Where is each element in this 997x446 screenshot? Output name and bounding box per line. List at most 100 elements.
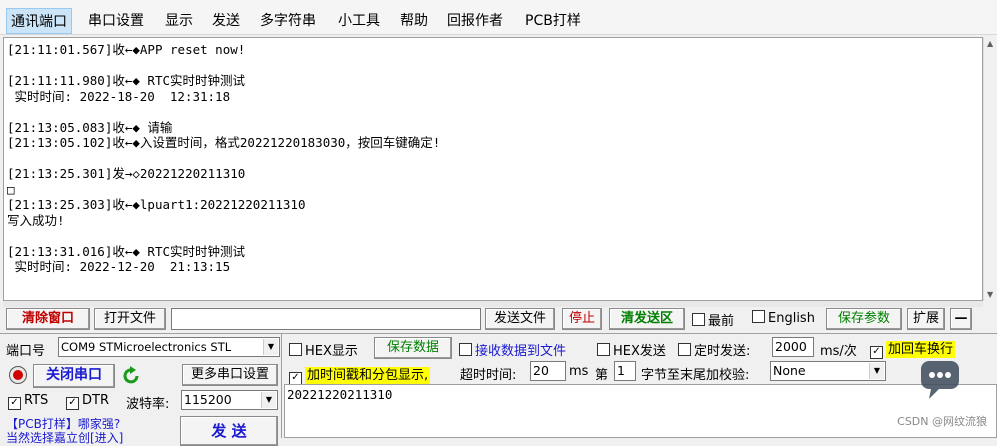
open-file-button[interactable]: 打开文件 [94,308,166,330]
terminal-line: 实时时间: 2022-18-20 12:31:18 [7,88,231,104]
menu-item-serial-settings[interactable]: 串口设置 [84,8,148,32]
timestamp-checkbox[interactable]: ✓ 加时间戳和分包显示, [289,364,431,385]
clear-send-button[interactable]: 清发送区 [609,308,685,330]
collapse-button[interactable]: — [950,308,972,330]
save-params-button[interactable]: 保存参数 [826,308,902,330]
save-params-label: 保存参数 [837,311,890,326]
refresh-icon[interactable] [120,364,142,388]
interval-input[interactable]: 2000 [772,337,814,357]
clear-window-label: 清除窗口 [21,311,74,326]
terminal-line: 写入成功! [7,212,65,228]
terminal-line: [21:13:25.301]发→◇20221220211310 [7,166,246,181]
interval-unit: ms/次 [820,344,857,359]
send-button[interactable]: 发 送 [180,416,278,446]
timeout-label: 超时时间: [460,368,517,383]
close-port-button[interactable]: 关闭串口 [33,364,115,388]
terminal-line: [21:11:11.980]收←◆ RTC实时时钟测试 [7,73,246,88]
recv-to-file-check[interactable] [459,343,472,356]
timestamp-label: 加时间戳和分包显示, [305,367,431,384]
menu-bar: 通讯端口 串口设置 显示 发送 多字符串 小工具 帮助 回报作者 PCB打样 [0,0,997,35]
rts-label: RTS [24,393,49,408]
stop-button[interactable]: 停止 [562,308,602,330]
timed-send-check[interactable] [678,343,691,356]
timed-send-label: 定时发送: [694,344,751,359]
hex-send-check[interactable] [597,343,610,356]
chevron-down-icon[interactable]: ▼ [261,392,276,408]
chevron-down-icon[interactable]: ▼ [263,339,278,355]
menu-item-pcb[interactable]: PCB打样 [521,8,585,32]
hex-send-checkbox[interactable]: HEX发送 [597,340,666,359]
scroll-up-icon[interactable]: ▲ [987,39,993,48]
english-checkbox[interactable]: English [752,310,815,326]
menu-item-display[interactable]: 显示 [161,8,197,32]
send-file-button[interactable]: 发送文件 [485,308,555,330]
byte-input[interactable]: 1 [614,361,636,381]
baud-select-value: 115200 [184,392,232,407]
stop-label: 停止 [568,311,595,326]
menu-item-comm-port[interactable]: 通讯端口 [6,8,72,34]
close-port-label: 关闭串口 [46,367,102,383]
terminal-line: 实时时间: 2022-12-20 21:13:15 [7,259,231,274]
divider [281,334,282,438]
scroll-down-icon[interactable]: ▼ [987,290,993,299]
terminal-line: [21:13:31.016]收←◆ RTC实时时钟测试 [7,243,246,259]
chat-bubble-icon[interactable] [917,355,967,405]
timed-send-checkbox[interactable]: 定时发送: [678,340,750,359]
terminal-line: [21:13:05.083]收←◆ 请输 [7,119,173,135]
timeout-unit: ms [569,364,589,379]
checksum-select[interactable]: None ▼ [770,361,886,381]
save-data-button[interactable]: 保存数据 [374,337,452,359]
port-select[interactable]: COM9 STMicroelectronics STL ▼ [58,337,280,357]
baud-select[interactable]: 115200 ▼ [181,390,278,410]
menu-item-send[interactable]: 发送 [208,8,244,32]
dtr-checkbox[interactable]: ✓ DTR [66,393,109,410]
receive-terminal[interactable]: [21:11:01.567]收←◆APP reset now! [21:11:1… [3,37,983,301]
port-label: 端口号 [6,344,46,359]
topmost-checkbox[interactable]: 最前 [692,310,734,329]
terminal-line: □ [7,181,15,197]
rts-checkbox[interactable]: ✓ RTS [8,393,48,410]
checksum-select-value: None [773,363,806,378]
menu-item-feedback[interactable]: 回报作者 [443,8,507,32]
watermark: CSDN @网纹流狼 [897,415,987,428]
hex-display-checkbox[interactable]: HEX显示 [289,340,358,359]
send-text-value: 20221220211310 [287,387,393,402]
pcb-ad-line1: 【PCB打样】哪家强? [6,417,121,431]
topmost-check[interactable] [692,313,705,326]
file-path-input[interactable] [171,308,481,330]
topmost-label: 最前 [708,314,735,329]
vertical-scrollbar[interactable]: ▲ ▼ [983,37,997,301]
dtr-label: DTR [82,393,109,408]
baud-label: 波特率: [126,397,170,412]
hex-display-label: HEX显示 [305,344,358,359]
add-crlf-check[interactable]: ✓ [870,346,883,359]
terminal-line: [21:13:05.102]收←◆入设置时间，格式20221220183030，… [7,135,441,150]
hex-send-label: HEX发送 [613,344,666,359]
menu-item-tools[interactable]: 小工具 [334,8,384,32]
menu-item-help[interactable]: 帮助 [396,8,432,32]
save-data-label: 保存数据 [386,340,439,355]
recv-to-file-label: 接收数据到文件 [475,344,567,359]
clear-window-button[interactable]: 清除窗口 [6,308,90,330]
hex-display-check[interactable] [289,343,302,356]
terminal-line: [21:13:25.303]收←◆lpuart1:20221220211310 [7,197,306,212]
power-icon [8,365,28,389]
pcb-ad-link[interactable]: 【PCB打样】哪家强? 当然选择嘉立创[进入] [6,417,123,445]
expand-button[interactable]: 扩展 [907,308,945,330]
horizontal-separator [3,301,983,307]
recv-to-file-checkbox[interactable]: 接收数据到文件 [459,340,566,359]
menu-item-multi-string[interactable]: 多字符串 [256,8,320,32]
english-check[interactable] [752,310,765,323]
chevron-down-icon[interactable]: ▼ [869,363,884,379]
dtr-check[interactable]: ✓ [66,397,79,410]
port-select-value: COM9 STMicroelectronics STL [61,340,232,354]
english-label: English [768,311,815,326]
more-settings-button[interactable]: 更多串口设置 [182,364,278,386]
rts-check[interactable]: ✓ [8,397,21,410]
send-text-area[interactable]: 20221220211310 [284,384,997,438]
timeout-input[interactable]: 20 [530,361,566,381]
